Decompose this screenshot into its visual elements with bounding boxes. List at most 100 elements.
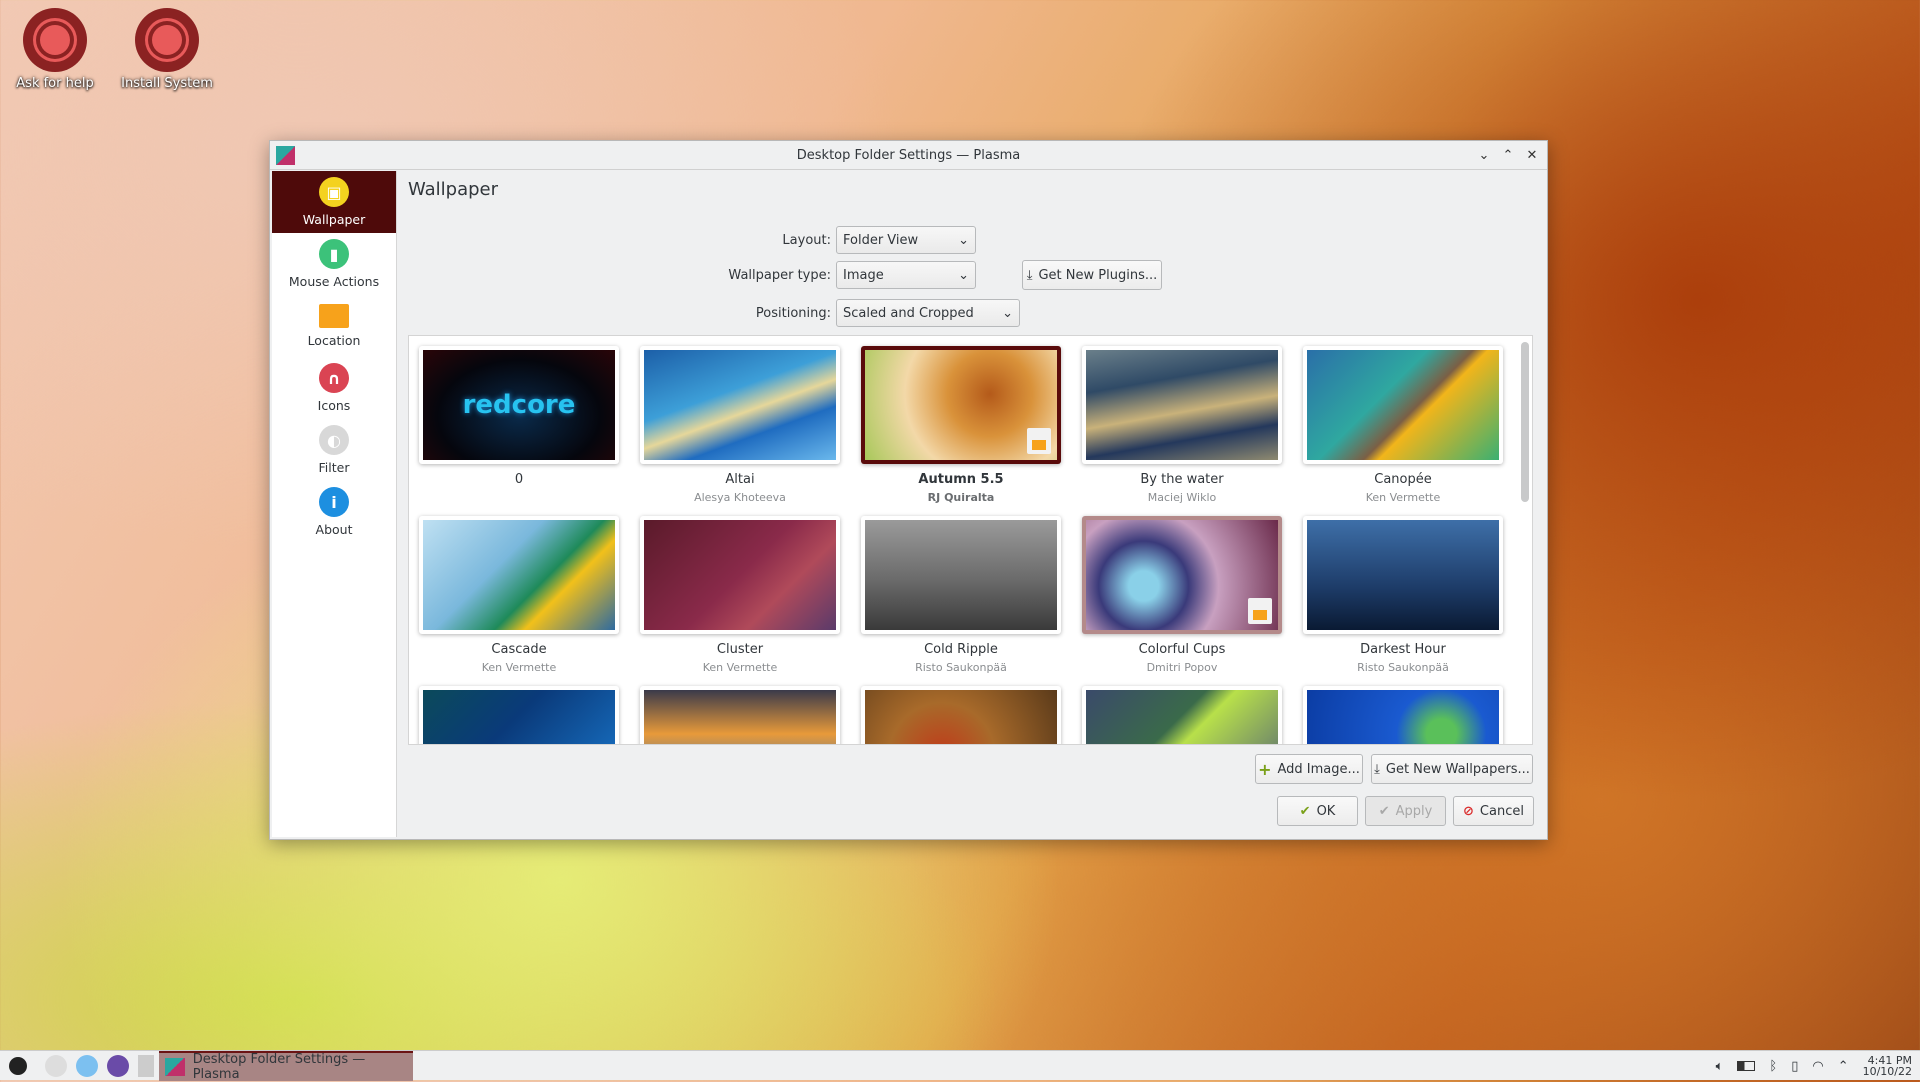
wallpaper-thumbnail [1307, 690, 1499, 744]
wallpaper-name: By the water [1140, 472, 1224, 487]
wallpaper-tile[interactable] [640, 346, 840, 464]
filter-icon: ◐ [319, 425, 349, 455]
ok-button[interactable]: ✔ OK [1277, 796, 1358, 826]
wallpaper-tile[interactable] [640, 516, 840, 634]
wallpaper-type-value: Image [843, 267, 884, 283]
wallpaper-name: Cascade [491, 642, 547, 657]
app-icon [165, 1058, 185, 1076]
apply-button[interactable]: ✔ Apply [1365, 796, 1446, 826]
wallpaper-type-select[interactable]: Image ⌄ [836, 261, 976, 289]
wifi-icon[interactable]: ◠ [1812, 1059, 1823, 1074]
plus-icon: + [1258, 759, 1272, 779]
layout-value: Folder View [843, 232, 919, 248]
help-icon [23, 8, 87, 72]
cancel-icon: ⊘ [1463, 803, 1474, 819]
sidebar-item-location[interactable]: Location [272, 295, 396, 357]
open-folder-icon[interactable] [1027, 428, 1051, 454]
wallpaper-name: Colorful Cups [1138, 642, 1226, 657]
wallpaper-thumbnail [1307, 520, 1499, 630]
store-icon[interactable] [76, 1054, 98, 1077]
system-tray: 🔈︎ ᛒ ▯ ◠ ⌃ 4:41 PM 10/10/22 [1716, 1051, 1920, 1081]
folder-icon [319, 304, 349, 328]
layout-select[interactable]: Folder View ⌄ [836, 226, 976, 254]
chevron-down-icon: ⌄ [1002, 305, 1013, 321]
taskbar-task-settings[interactable]: Desktop Folder Settings — Plasma [159, 1051, 413, 1082]
file-manager-icon[interactable] [107, 1054, 129, 1077]
wallpaper-name: Cold Ripple [924, 642, 998, 657]
wallpaper-tile[interactable] [640, 686, 840, 744]
minimize-button[interactable]: ⌄ [1475, 145, 1493, 165]
installer-icon [135, 8, 199, 72]
close-button[interactable]: ✕ [1523, 145, 1541, 165]
volume-icon[interactable]: 🔈︎ [1716, 1059, 1724, 1074]
sidebar: ▣ Wallpaper ▮ Mouse Actions Location ∩ Icons ◐ F… [272, 171, 397, 837]
desktop-icon-ask-for-help[interactable]: Ask for help [5, 0, 105, 91]
wallpaper-tile[interactable] [1303, 686, 1503, 744]
positioning-select[interactable]: Scaled and Cropped ⌄ [836, 299, 1020, 327]
desktop-icon-install-system[interactable]: Install System [117, 0, 217, 91]
wallpaper-tile[interactable] [1082, 686, 1282, 744]
wallpaper-name: Darkest Hour [1360, 642, 1446, 657]
positioning-label: Positioning: [755, 305, 831, 321]
scrollbar[interactable] [1521, 342, 1529, 502]
sidebar-item-icons[interactable]: ∩ Icons [272, 357, 396, 419]
wallpaper-author: Ken Vermette [702, 661, 778, 674]
wallpaper-author: Ken Vermette [1365, 491, 1441, 504]
wallpaper-thumbnail [644, 350, 836, 460]
get-new-plugins-button[interactable]: ⤓ Get New Plugins... [1022, 260, 1162, 290]
wallpaper-tile[interactable] [1303, 346, 1503, 464]
get-new-wallpapers-button[interactable]: ⤓ Get New Wallpapers... [1371, 754, 1533, 784]
wallpaper-name: Canopée [1374, 472, 1432, 487]
sidebar-item-about[interactable]: i About [272, 481, 396, 543]
wallpaper-tile[interactable] [861, 346, 1061, 464]
wallpaper-author: Risto Saukonpää [1357, 661, 1449, 674]
app-launcher-icon[interactable] [9, 1056, 27, 1075]
wallpaper-tile[interactable] [1082, 516, 1282, 634]
title-bar[interactable]: Desktop Folder Settings — Plasma ⌄ ⌃ ✕ [270, 141, 1547, 170]
sidebar-item-wallpaper[interactable]: ▣ Wallpaper [272, 171, 396, 233]
battery-icon[interactable] [1737, 1061, 1756, 1071]
app-icon [276, 146, 295, 165]
wallpaper-tile[interactable] [861, 516, 1061, 634]
wallpaper-author: Risto Saukonpää [915, 661, 1007, 674]
wallpaper-tile[interactable]: redcore [419, 346, 619, 464]
sidebar-item-label: Wallpaper [302, 212, 366, 227]
sidebar-item-label: Icons [317, 398, 351, 413]
wallpaper-thumbnail [1086, 690, 1278, 744]
wallpaper-author: Ken Vermette [481, 661, 557, 674]
chevron-down-icon: ⌄ [958, 267, 969, 283]
usb-drive-icon[interactable]: ▯ [1791, 1059, 1798, 1074]
wallpaper-name: Cluster [716, 642, 764, 657]
wallpaper-thumbnail [423, 520, 615, 630]
ok-label: OK [1316, 803, 1336, 819]
filter-app-icon[interactable] [45, 1054, 67, 1077]
wallpaper-tile[interactable] [1303, 516, 1503, 634]
sidebar-item-label: About [315, 522, 353, 537]
wallpaper-tile[interactable] [419, 516, 619, 634]
download-icon: ⤓ [1374, 761, 1380, 777]
layout-label: Layout: [782, 232, 831, 248]
help-icon[interactable] [138, 1054, 154, 1077]
wallpaper-author: RJ Quiralta [927, 491, 995, 504]
open-folder-icon[interactable] [1248, 598, 1272, 624]
download-icon: ⤓ [1026, 267, 1033, 283]
chevron-down-icon: ⌄ [958, 232, 969, 248]
wallpaper-tile[interactable] [1082, 346, 1282, 464]
maximize-button[interactable]: ⌃ [1499, 145, 1517, 165]
wallpaper-author: Dmitri Popov [1146, 661, 1218, 674]
mouse-icon: ▮ [319, 239, 349, 269]
wallpaper-tile[interactable] [419, 686, 619, 744]
chevron-up-icon[interactable]: ⌃ [1838, 1059, 1849, 1074]
wallpaper-thumbnail [1307, 350, 1499, 460]
wallpaper-name: Autumn 5.5 [918, 472, 1004, 487]
bluetooth-icon[interactable]: ᛒ [1769, 1059, 1777, 1074]
wallpaper-thumbnail [644, 690, 836, 744]
sidebar-item-filter[interactable]: ◐ Filter [272, 419, 396, 481]
wallpaper-thumbnail [865, 690, 1057, 744]
add-image-button[interactable]: + Add Image... [1255, 754, 1363, 784]
cancel-button[interactable]: ⊘ Cancel [1453, 796, 1534, 826]
wallpaper-thumbnail [865, 520, 1057, 630]
sidebar-item-mouse-actions[interactable]: ▮ Mouse Actions [272, 233, 396, 295]
clock[interactable]: 4:41 PM 10/10/22 [1863, 1055, 1912, 1077]
wallpaper-tile[interactable] [861, 686, 1061, 744]
